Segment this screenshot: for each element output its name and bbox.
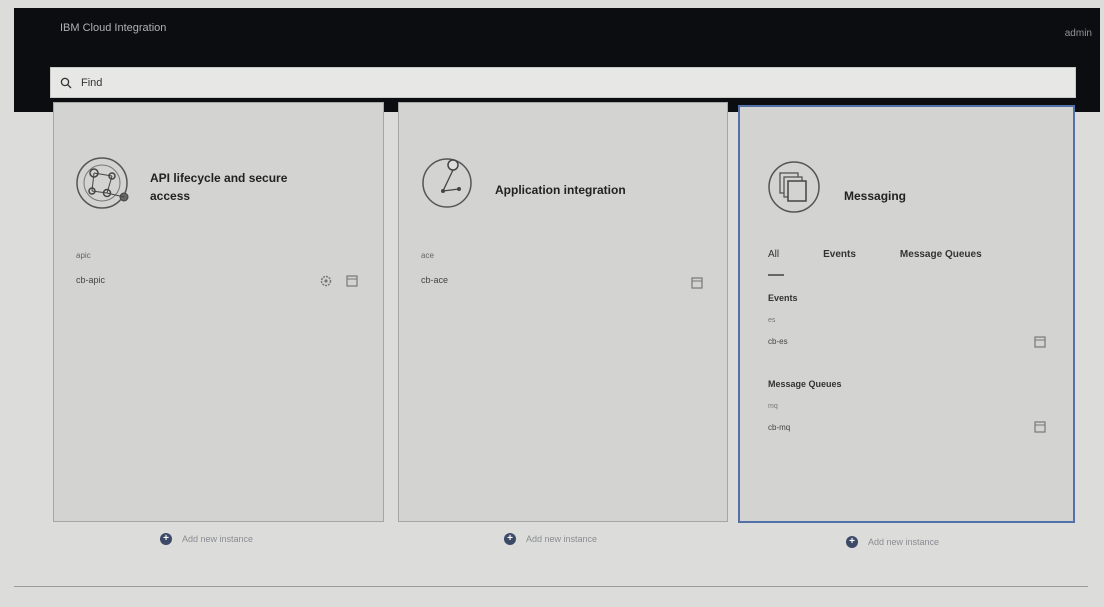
instance-type-label: apic bbox=[76, 251, 91, 260]
add-icon: + bbox=[846, 536, 858, 548]
user-menu[interactable]: admin bbox=[1065, 28, 1092, 39]
card-title-line1: API lifecycle and secure bbox=[150, 171, 288, 185]
app-integration-icon bbox=[419, 155, 475, 211]
queues-section-title: Message Queues bbox=[768, 379, 842, 389]
card-application-integration[interactable]: Application integration ace cb-ace bbox=[398, 102, 728, 522]
events-type-label: es bbox=[768, 317, 776, 324]
add-instance-label: Add new instance bbox=[182, 534, 254, 544]
tab-events[interactable]: Events bbox=[823, 249, 856, 266]
settings-icon[interactable] bbox=[320, 275, 332, 287]
open-instance-icon[interactable] bbox=[1034, 421, 1046, 433]
tab-all[interactable]: All bbox=[768, 249, 785, 276]
messaging-icon bbox=[766, 159, 822, 215]
instance-type-label: ace bbox=[421, 251, 434, 260]
open-instance-icon[interactable] bbox=[346, 275, 358, 287]
card-title: Messaging bbox=[844, 189, 907, 203]
add-instance-button-ace[interactable]: + Add new instance bbox=[504, 533, 597, 545]
search-icon bbox=[51, 77, 81, 89]
tab-message-queues[interactable]: Message Queues bbox=[900, 249, 982, 266]
add-instance-button-messaging[interactable]: + Add new instance bbox=[846, 536, 939, 548]
search-bar[interactable] bbox=[50, 67, 1076, 98]
add-instance-button-api[interactable]: + Add new instance bbox=[160, 533, 253, 545]
add-icon: + bbox=[160, 533, 172, 545]
card-title-line2: access bbox=[150, 189, 191, 203]
events-section-title: Events bbox=[768, 293, 798, 303]
add-instance-label: Add new instance bbox=[526, 534, 598, 544]
queues-type-label: mq bbox=[768, 403, 778, 410]
instance-name-link[interactable]: cb-ace bbox=[421, 275, 448, 285]
api-network-icon bbox=[74, 155, 130, 211]
card-api-lifecycle[interactable]: API lifecycle and secure access apic cb-… bbox=[53, 102, 384, 522]
add-instance-label: Add new instance bbox=[868, 537, 940, 547]
open-instance-icon[interactable] bbox=[1034, 336, 1046, 348]
card-title: Application integration bbox=[495, 183, 626, 197]
search-input[interactable] bbox=[81, 76, 981, 89]
events-instance-link[interactable]: cb-es bbox=[768, 337, 788, 346]
footer-divider bbox=[14, 586, 1088, 587]
card-messaging[interactable]: Messaging All Events Message Queues Even… bbox=[738, 105, 1075, 523]
add-icon: + bbox=[504, 533, 516, 545]
queues-instance-link[interactable]: cb-mq bbox=[768, 423, 790, 432]
instance-name-link[interactable]: cb-apic bbox=[76, 275, 105, 285]
card-title: API lifecycle and secure access bbox=[150, 169, 320, 205]
messaging-tabs: All Events Message Queues bbox=[768, 249, 1026, 276]
app-brand[interactable]: IBM Cloud Integration bbox=[60, 22, 166, 34]
open-instance-icon[interactable] bbox=[691, 277, 703, 289]
